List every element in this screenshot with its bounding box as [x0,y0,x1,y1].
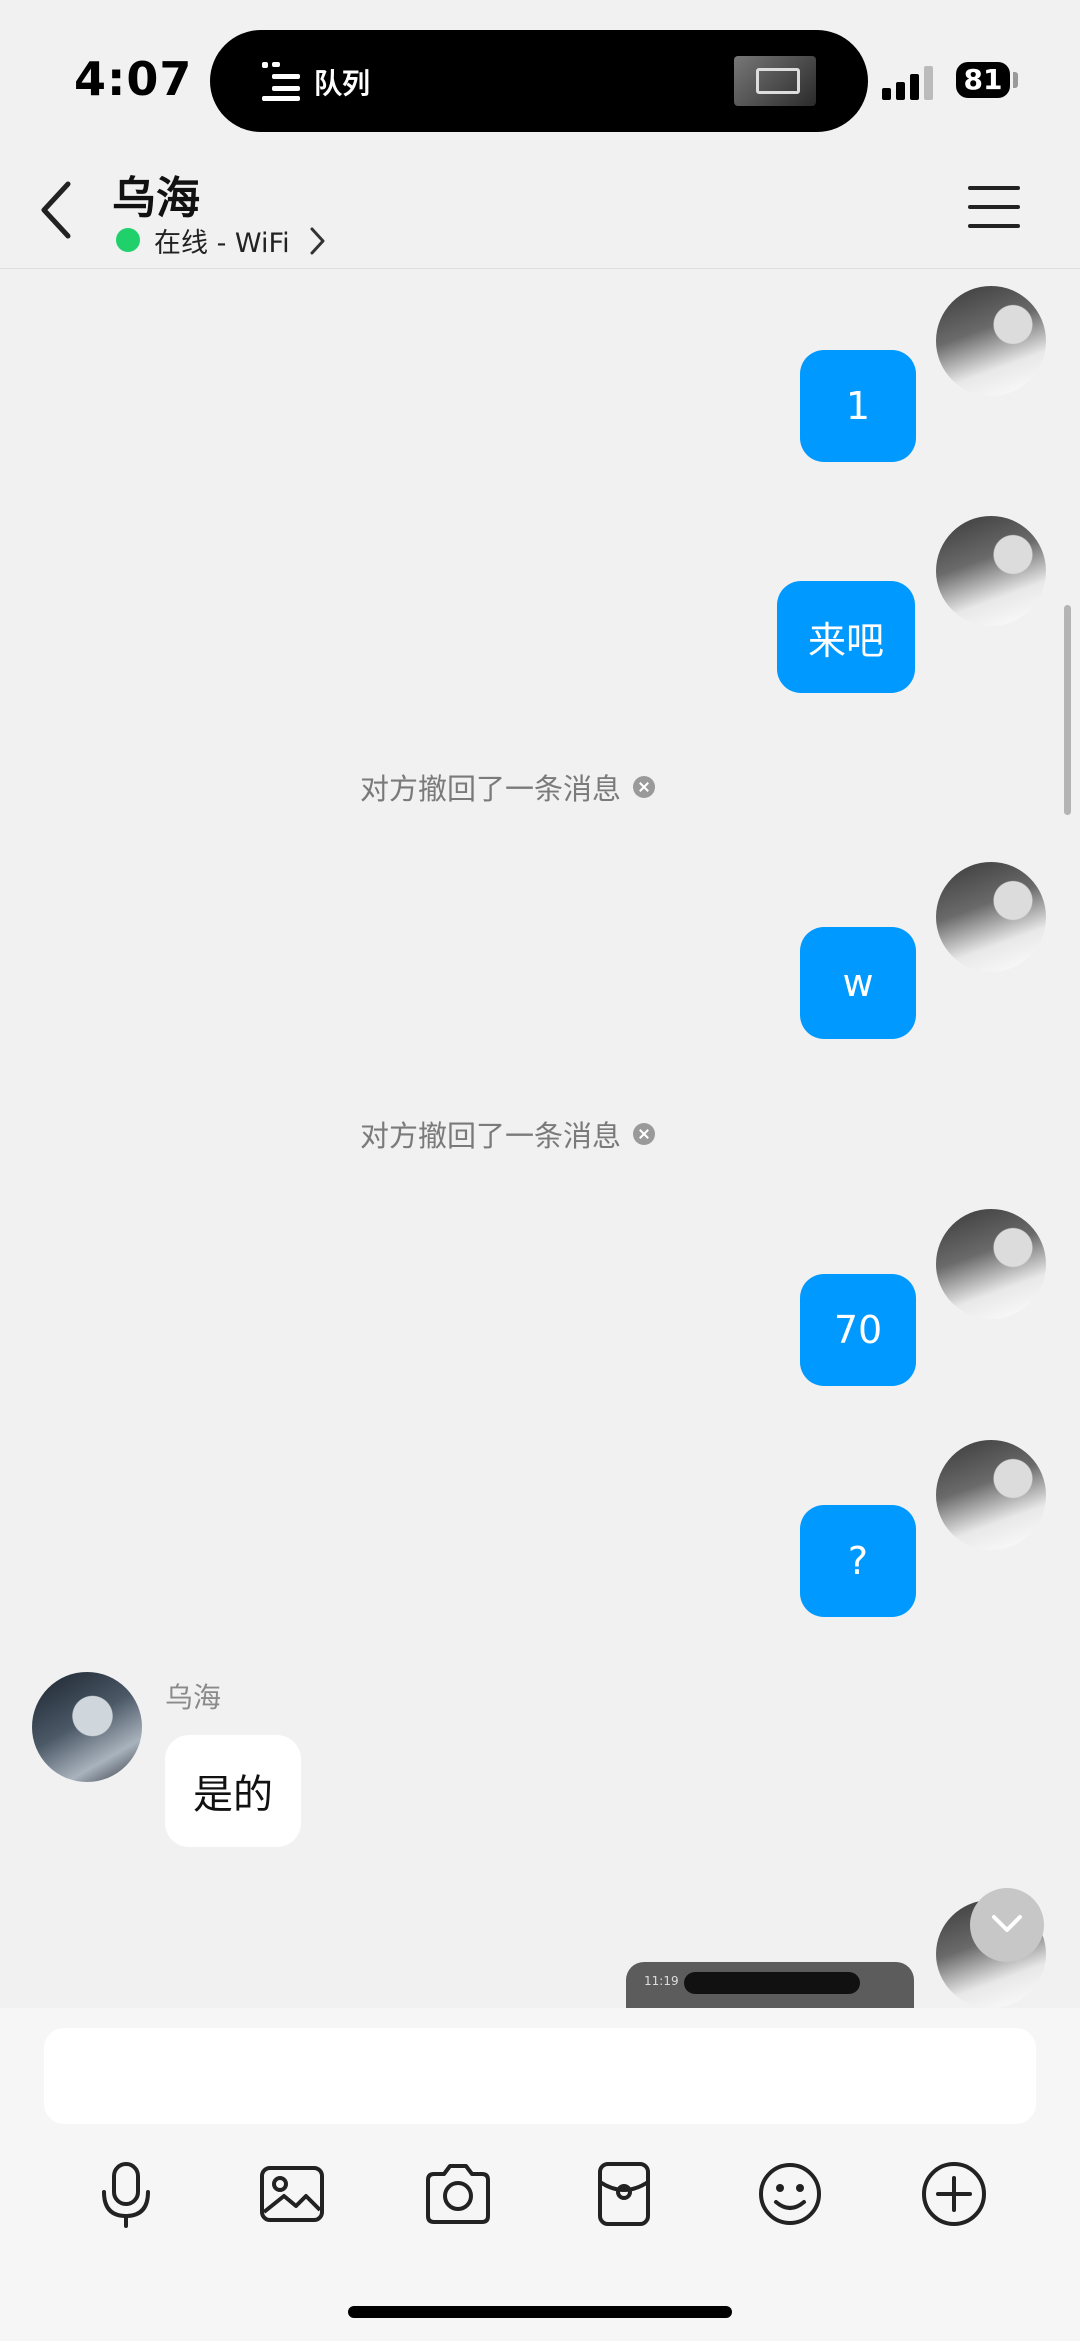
message-input[interactable] [44,2028,1036,2124]
recalled-message-notice: 对方撤回了一条消息 [360,1113,656,1155]
message-bubble[interactable]: 是的 [165,1735,301,1847]
my-avatar[interactable] [936,862,1046,972]
microphone-icon[interactable] [90,2158,162,2230]
scroll-to-bottom-button[interactable] [970,1888,1044,1962]
home-indicator[interactable] [348,2306,732,2318]
message-bubble[interactable]: 来吧 [777,581,915,693]
contact-name[interactable]: 乌海 [112,162,200,226]
online-status-dot [116,228,140,252]
red-packet-icon[interactable] [588,2158,660,2230]
online-status-text[interactable]: 在线 - WiFi [154,221,290,260]
status-time: 4:07 [74,52,193,106]
my-avatar[interactable] [936,516,1046,626]
sender-name: 乌海 [165,1681,222,1714]
message-bubble[interactable]: 70 [800,1274,916,1386]
chevron-down-icon [992,1915,1022,1932]
recalled-message-text: 对方撤回了一条消息 [360,772,622,806]
battery-level: 81 [956,62,1010,98]
screenshot-thumbnail[interactable]: 11:19 [626,1962,914,2008]
plus-icon[interactable] [918,2158,990,2230]
island-label: 队列 [314,67,371,100]
header-divider [0,268,1080,269]
scrollbar[interactable] [1064,605,1071,815]
dynamic-island[interactable]: 队列 [210,30,868,132]
battery-tip [1013,72,1018,88]
cellular-signal-icon [882,64,938,100]
message-bubble[interactable]: w [800,927,916,1039]
camera-icon[interactable] [422,2158,494,2230]
close-circle-icon[interactable] [633,1123,656,1145]
emoji-icon[interactable] [754,2158,826,2230]
recalled-message-notice: 对方撤回了一条消息 [360,766,656,808]
menu-icon[interactable] [968,186,1020,228]
chevron-right-icon[interactable] [307,226,327,256]
my-avatar[interactable] [936,1209,1046,1319]
contact-avatar[interactable] [32,1672,142,1782]
my-avatar[interactable] [936,1440,1046,1550]
island-thumbnail [734,56,816,106]
message-bubble[interactable]: ? [800,1505,916,1617]
message-bubble[interactable]: 1 [800,350,916,462]
thumbnail-time: 11:19 [644,1974,679,1988]
thumbnail-island [684,1972,860,1994]
recalled-message-text: 对方撤回了一条消息 [360,1119,622,1153]
back-arrow-icon[interactable] [36,178,80,242]
image-icon[interactable] [256,2158,328,2230]
close-circle-icon[interactable] [633,776,656,798]
queue-icon [262,62,300,101]
my-avatar[interactable] [936,286,1046,396]
